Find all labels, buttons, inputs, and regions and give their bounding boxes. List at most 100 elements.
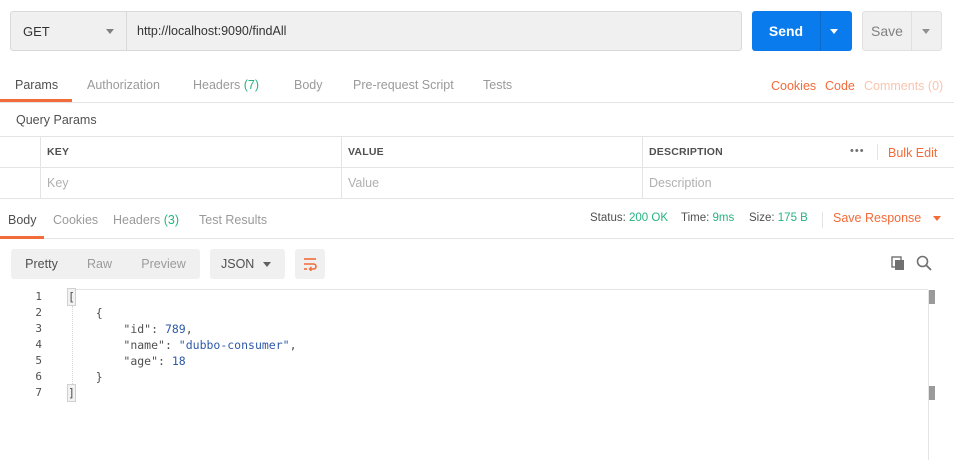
code-line: ] (67, 384, 938, 402)
status-readout: Status: 200 OK (590, 204, 668, 236)
code-line: "name": "dubbo-consumer", (123, 338, 297, 352)
format-label: JSON (221, 257, 255, 271)
tab-params[interactable]: Params (0, 70, 72, 102)
json-number: 18 (171, 354, 186, 368)
value-input[interactable]: Value (341, 168, 642, 198)
preview-button[interactable]: Preview (127, 249, 200, 279)
bracket-open: [ (67, 288, 76, 306)
comments-link[interactable]: Comments (0) (864, 70, 943, 102)
tab-label: Pre-request Script (353, 78, 454, 92)
code-line: [ (67, 288, 938, 306)
size-label: Size: (749, 212, 775, 224)
query-params-table: KEY VALUE DESCRIPTION ••• Bulk Edit Key … (0, 136, 954, 199)
method-label: GET (23, 23, 50, 39)
send-label: Send (768, 23, 804, 39)
save-response-button[interactable]: Save Response (833, 204, 941, 236)
line-number: 1 (35, 290, 42, 303)
line-number: 4 (35, 338, 42, 351)
time-value: 9ms (712, 212, 735, 224)
scrollbar-marker (929, 290, 935, 304)
code-lines: [ { "id": 789, "name": "dubbo-consumer",… (67, 288, 938, 402)
size-readout: Size: 175 B (749, 204, 808, 236)
tab-response-headers[interactable]: Headers (3) (113, 204, 179, 239)
bracket-close: ] (67, 384, 76, 402)
tab-authorization[interactable]: Authorization (87, 70, 160, 102)
search-icon (916, 255, 932, 271)
url-value: http://localhost:9090/findAll (137, 24, 287, 38)
response-body-editor[interactable]: 1 2 3 4 5 6 7 [ { "id": 789, "name": "du… (0, 288, 954, 460)
time-readout: Time: 9ms (681, 204, 734, 236)
tab-label: Authorization (87, 78, 160, 92)
chevron-down-icon (106, 29, 114, 34)
chevron-down-icon (932, 216, 941, 222)
size-value: 175 B (777, 212, 808, 224)
send-divider (820, 11, 821, 51)
pretty-button[interactable]: Pretty (11, 249, 72, 279)
tab-test-results[interactable]: Test Results (199, 204, 267, 239)
tab-label: Headers (193, 78, 241, 92)
tab-label: Tests (483, 78, 513, 92)
send-button[interactable]: Send (752, 11, 852, 51)
tab-pre-request-script[interactable]: Pre-request Script (353, 70, 454, 102)
tab-tests[interactable]: Tests (483, 70, 512, 102)
copy-icon (891, 256, 904, 270)
json-key: "name" (123, 338, 165, 352)
column-header-key: KEY (40, 137, 341, 167)
search-button[interactable] (916, 255, 934, 273)
raw-button[interactable]: Raw (72, 249, 127, 279)
wrap-lines-icon (304, 258, 317, 271)
save-divider (911, 12, 912, 50)
response-tabs: Body Cookies Headers (3) Test Results St… (0, 204, 954, 239)
tab-label: Test Results (199, 213, 268, 227)
json-key: "id" (123, 322, 152, 336)
line-number: 5 (35, 354, 42, 367)
line-number: 3 (35, 322, 42, 335)
status-value: 200 OK (629, 212, 669, 224)
cookies-link[interactable]: Cookies (771, 70, 816, 102)
line-number: 7 (35, 386, 42, 399)
tab-label: Body (294, 78, 323, 92)
tab-headers[interactable]: Headers (7) (193, 70, 259, 102)
description-input[interactable]: Description (642, 168, 954, 198)
divider (877, 144, 878, 160)
tab-label: Headers (113, 213, 161, 227)
divider (822, 212, 823, 228)
status-label: Status: (590, 212, 626, 224)
json-key: "age" (123, 354, 159, 368)
url-input[interactable]: http://localhost:9090/findAll (126, 11, 742, 51)
tab-response-cookies[interactable]: Cookies (53, 204, 98, 239)
tab-count: (7) (243, 78, 260, 92)
copy-button[interactable] (890, 255, 908, 273)
key-input[interactable]: Key (40, 168, 341, 198)
format-select[interactable]: JSON (210, 249, 285, 279)
save-label: Save (871, 23, 903, 39)
chevron-down-icon (263, 262, 271, 267)
line-number: 6 (35, 370, 42, 383)
bulk-edit-link[interactable]: Bulk Edit (888, 137, 937, 167)
time-label: Time: (681, 212, 710, 224)
code-line: { (68, 306, 103, 320)
query-params-title: Query Params (16, 113, 97, 127)
more-options-icon[interactable]: ••• (850, 137, 865, 167)
tab-response-body[interactable]: Body (0, 204, 44, 239)
wrap-lines-button[interactable] (295, 249, 325, 279)
save-response-label: Save Response (833, 211, 922, 225)
code-line: "age": 18 (123, 354, 186, 368)
send-options-chevron-icon[interactable] (830, 28, 838, 34)
line-number-gutter: 1 2 3 4 5 6 7 (0, 289, 60, 401)
tab-label: Params (15, 78, 59, 92)
table-header-row: KEY VALUE DESCRIPTION ••• Bulk Edit (0, 137, 954, 168)
tab-label: Cookies (53, 213, 99, 227)
code-link[interactable]: Code (825, 70, 855, 102)
line-number: 2 (35, 306, 42, 319)
request-tabs: Params Authorization Headers (7) Body Pr… (0, 70, 954, 103)
tab-body[interactable]: Body (294, 70, 323, 102)
table-row: Key Value Description (0, 168, 954, 199)
json-string: "dubbo-consumer" (178, 338, 290, 352)
save-options-chevron-icon[interactable] (922, 28, 930, 34)
method-select[interactable]: GET (10, 11, 127, 51)
save-button[interactable]: Save (862, 11, 942, 51)
request-bar: GET http://localhost:9090/findAll Send S… (10, 11, 942, 51)
column-header-value: VALUE (341, 137, 642, 167)
editor-scrollbar-track[interactable] (928, 290, 929, 460)
